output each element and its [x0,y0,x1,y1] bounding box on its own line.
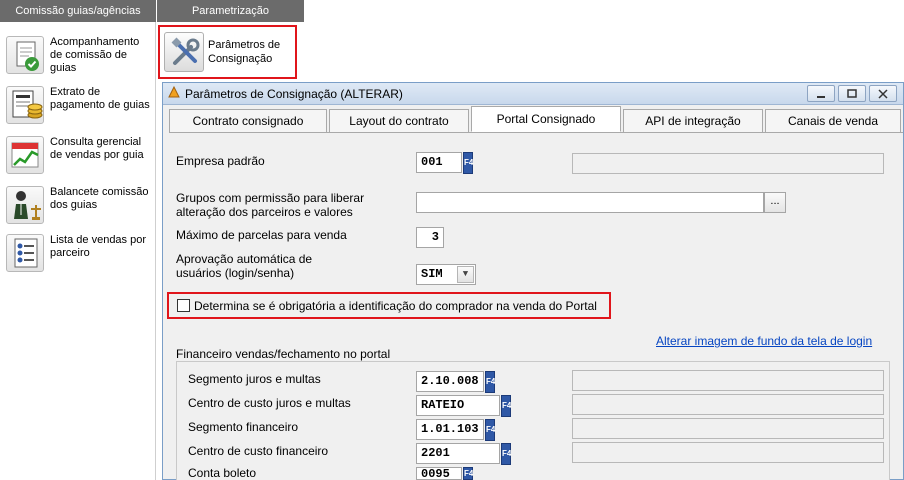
menu-label-consulta: Consulta gerencial de vendas por guia [50,136,144,161]
maximize-icon[interactable] [838,85,866,102]
comprador-obrigatorio-label: Determina se é obrigatória a identificaç… [194,298,597,313]
app-logo-icon [167,85,181,102]
menu-item-lista[interactable]: Lista de vendas por parceiro [6,234,154,272]
empresa-label: Empresa padrão [176,154,265,168]
segmento-juros-label: Segmento juros e multas [188,372,321,386]
grupos-lookup-button[interactable]: ... [764,192,786,213]
tools-icon [164,32,204,72]
menu-label-lista: Lista de vendas por parceiro [50,234,147,259]
list-icon [6,234,44,272]
menu-label-acompanhamento: Acompanhamento de comissão de guias [50,36,140,74]
chevron-down-icon[interactable]: ▼ [457,266,474,283]
segmento-financeiro-input[interactable]: 1.01.103 [416,419,484,440]
conta-boleto-label: Conta boleto [188,466,257,480]
empresa-description [572,153,884,174]
cc-financeiro-f4-button[interactable]: F4 [501,443,511,465]
cc-juros-label: Centro de custo juros e multas [188,396,351,410]
menu-item-balancete[interactable]: Balancete comissão dos guias [6,186,154,224]
grupos-label-line2: alteração dos parceiros e valores [176,205,353,219]
grupos-label-line1: Grupos com permissão para liberar [176,191,365,205]
empresa-input[interactable]: 001 [416,152,462,173]
segmento-financeiro-description [572,418,884,439]
max-parcelas-label: Máximo de parcelas para venda [176,228,347,242]
comprador-obrigatorio-row[interactable]: Determina se é obrigatória a identificaç… [167,292,611,319]
close-icon[interactable] [869,85,897,102]
aprovacao-select[interactable]: SIM ▼ [416,264,476,285]
dialog-tabs: Contrato consignado Layout do contrato P… [169,106,903,133]
segmento-juros-description [572,370,884,391]
window-controls [807,85,897,102]
segmento-financeiro-f4-button[interactable]: F4 [485,419,495,441]
tab-api-integracao[interactable]: API de integração [623,109,763,133]
cc-financeiro-input[interactable]: 2201 [416,443,500,464]
grupos-input[interactable] [416,192,764,213]
cc-juros-description [572,394,884,415]
segmento-juros-f4-button[interactable]: F4 [485,371,495,393]
menu-item-consulta[interactable]: Consulta gerencial de vendas por guia [6,136,154,174]
statement-coins-icon [6,86,44,124]
segmento-financeiro-label: Segmento financeiro [188,420,299,434]
aprovacao-label-line2: usuários (login/senha) [176,266,295,280]
max-parcelas-input[interactable]: 3 [416,227,444,248]
tab-portal-consignado[interactable]: Portal Consignado [471,106,621,132]
alterar-imagem-link[interactable]: Alterar imagem de fundo da tela de login [656,334,872,348]
financeiro-group-title: Financeiro vendas/fechamento no portal [176,347,391,361]
segmento-juros-input[interactable]: 2.10.008 [416,371,484,392]
minimize-icon[interactable] [807,85,835,102]
cc-juros-f4-button[interactable]: F4 [501,395,511,417]
tab-contrato-consignado[interactable]: Contrato consignado [169,109,327,133]
left-menu-panel: Acompanhamento de comissão de guias Extr… [0,22,156,480]
app-root: Comissão guias/agências Parametrização A… [0,0,904,480]
report-check-icon [6,36,44,74]
aprovacao-select-value: SIM [421,267,443,281]
cc-financeiro-description [572,442,884,463]
tab-canais-venda[interactable]: Canais de venda [765,109,901,133]
conta-boleto-input[interactable]: 0095 [416,467,462,480]
cc-juros-input[interactable]: RATEIO [416,395,500,416]
tab-layout-contrato[interactable]: Layout do contrato [329,109,469,133]
menu-item-parametros-consignacao[interactable]: Parâmetros de Consignação [158,25,297,79]
conta-boleto-f4-button[interactable]: F4 [463,467,473,480]
menu-label-extrato: Extrato de pagamento de guias [50,86,150,111]
param-menu-header[interactable]: Parametrização [157,0,304,22]
menu-item-extrato[interactable]: Extrato de pagamento de guias [6,86,154,124]
empresa-f4-button[interactable]: F4 [463,152,473,174]
dialog-titlebar[interactable]: Parâmetros de Consignação (ALTERAR) [163,83,903,105]
calendar-chart-icon [6,136,44,174]
dialog-title: Parâmetros de Consignação (ALTERAR) [185,86,403,101]
param-item-label: Parâmetros de Consignação [208,39,281,65]
menu-label-balancete: Balancete comissão dos guias [50,186,149,211]
comprador-obrigatorio-checkbox[interactable] [177,299,190,312]
menu-item-acompanhamento[interactable]: Acompanhamento de comissão de guias [6,36,154,75]
aprovacao-label-line1: Aprovação automática de [176,252,313,266]
left-menu-header[interactable]: Comissão guias/agências [0,0,156,22]
person-scale-icon [6,186,44,224]
cc-financeiro-label: Centro de custo financeiro [188,444,329,458]
